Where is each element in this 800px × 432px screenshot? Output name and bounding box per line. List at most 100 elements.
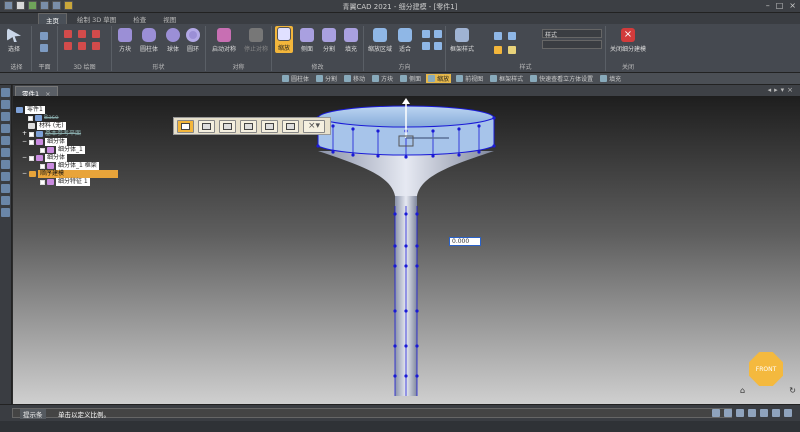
- collapse-icon[interactable]: −: [22, 138, 27, 146]
- checkbox[interactable]: [29, 131, 35, 137]
- edge-icon[interactable]: [508, 46, 516, 54]
- tree-row[interactable]: − 顺序建模: [16, 170, 119, 178]
- close-icon[interactable]: ×: [789, 1, 796, 10]
- option-button-4[interactable]: [261, 119, 278, 133]
- help-icon[interactable]: [1, 136, 10, 145]
- checkbox[interactable]: [40, 163, 45, 169]
- view-icon[interactable]: [760, 409, 768, 417]
- zoom-icon[interactable]: [712, 409, 720, 417]
- home-icon[interactable]: ⌂: [740, 386, 745, 395]
- properties-icon[interactable]: [1, 112, 10, 121]
- view-icon[interactable]: [434, 42, 442, 50]
- select-button[interactable]: 选择: [7, 28, 21, 53]
- cylinder-button[interactable]: 圆柱体: [140, 28, 158, 53]
- cube-icon[interactable]: [494, 32, 502, 40]
- cmd-fill[interactable]: 填充: [598, 74, 623, 83]
- frame-style-button[interactable]: 框架样式: [450, 28, 474, 53]
- cmd-cylinder[interactable]: 圆柱体: [280, 74, 311, 83]
- cmd-split[interactable]: 分割: [314, 74, 339, 83]
- collapse-icon[interactable]: −: [22, 170, 27, 178]
- cmd-side[interactable]: 侧面: [398, 74, 423, 83]
- cancel-button[interactable]: ×▾: [303, 119, 325, 133]
- measure-icon[interactable]: [1, 172, 10, 181]
- fit-button[interactable]: 适合: [398, 28, 412, 53]
- option-button-3[interactable]: [240, 119, 257, 133]
- split-button[interactable]: 分割: [322, 28, 336, 53]
- sphere-button[interactable]: 球体: [166, 28, 180, 53]
- tree-row[interactable]: − 细分体: [16, 154, 118, 162]
- style-select[interactable]: [542, 40, 602, 49]
- arc-icon[interactable]: [78, 30, 86, 38]
- tree-row[interactable]: − 细分体: [16, 138, 118, 146]
- scale-button[interactable]: 缩放: [275, 26, 293, 53]
- tab-home[interactable]: 主页: [38, 13, 67, 25]
- render-icon[interactable]: [1, 184, 10, 193]
- tree-row[interactable]: 细分体_1: [16, 146, 118, 154]
- expand-icon[interactable]: +: [22, 130, 27, 138]
- fill-button[interactable]: 填充: [344, 28, 358, 53]
- search-icon[interactable]: [1, 160, 10, 169]
- cube-icon[interactable]: [508, 32, 516, 40]
- minimize-icon[interactable]: –: [766, 1, 770, 10]
- collapse-icon[interactable]: −: [22, 154, 27, 162]
- side-button[interactable]: 侧面: [300, 28, 314, 53]
- fit-icon[interactable]: [724, 409, 732, 417]
- cmd-box[interactable]: 方块: [370, 74, 395, 83]
- tab-draw[interactable]: 绘制 3D 草图: [70, 13, 123, 24]
- close-subdivision-button[interactable]: × 关闭细分建模: [610, 28, 646, 53]
- scale-mode-button[interactable]: [177, 119, 194, 133]
- color-icon[interactable]: [1, 196, 10, 205]
- tree-row[interactable]: 材料 (无): [16, 122, 118, 130]
- plane-icon[interactable]: [40, 32, 48, 40]
- checkbox[interactable]: [40, 147, 45, 153]
- tree-root[interactable]: 零件1: [16, 106, 118, 114]
- zoom-icon[interactable]: [422, 30, 430, 38]
- checkbox[interactable]: [28, 115, 33, 121]
- checkbox[interactable]: [40, 179, 45, 185]
- library-icon[interactable]: [1, 124, 10, 133]
- option-button-2[interactable]: [219, 119, 236, 133]
- tab-view[interactable]: 视图: [156, 13, 183, 24]
- pathfinder-icon[interactable]: [1, 88, 10, 97]
- rotate-icon[interactable]: ↻: [789, 386, 796, 395]
- tab-inspect[interactable]: 检查: [126, 13, 153, 24]
- 3d-viewport[interactable]: 零件1 Base 材料 (无) + 基本参考平面 − 细分体 细分体_1 − 细分体 …: [13, 96, 800, 404]
- cmd-front-view[interactable]: 前视图: [454, 74, 485, 83]
- cmd-move[interactable]: 移动: [342, 74, 367, 83]
- option-button-1[interactable]: [198, 119, 215, 133]
- checkbox[interactable]: [29, 139, 35, 145]
- checkbox[interactable]: [29, 155, 35, 161]
- curve-icon[interactable]: [64, 42, 72, 50]
- tree-row[interactable]: 细分特征 1: [16, 178, 118, 186]
- maximize-icon[interactable]: □: [776, 1, 784, 10]
- circle-icon[interactable]: [92, 30, 100, 38]
- layers-icon[interactable]: [1, 100, 10, 109]
- torus-button[interactable]: 圆环: [186, 28, 200, 53]
- point-icon[interactable]: [78, 42, 86, 50]
- tree-row[interactable]: + 基本参考平面: [16, 130, 118, 138]
- plane-icon[interactable]: [40, 44, 48, 52]
- line-icon[interactable]: [64, 30, 72, 38]
- tree-row[interactable]: 细分体_1 框架: [16, 162, 118, 170]
- model-canvas[interactable]: [13, 96, 800, 404]
- pan-icon[interactable]: [434, 30, 442, 38]
- shade-icon[interactable]: [494, 46, 502, 54]
- start-symmetry-button[interactable]: 启动对称: [212, 28, 236, 53]
- style-dropdown[interactable]: 样式: [542, 29, 602, 39]
- settings-icon[interactable]: [784, 409, 792, 417]
- scale-value-input[interactable]: 0.000: [449, 237, 481, 246]
- rotate-icon[interactable]: [748, 409, 756, 417]
- option-button-5[interactable]: [282, 119, 299, 133]
- settings-icon[interactable]: [1, 148, 10, 157]
- cmd-frame-style[interactable]: 框架样式: [488, 74, 525, 83]
- trim-icon[interactable]: [92, 42, 100, 50]
- rotate-icon[interactable]: [422, 42, 430, 50]
- zoom-area-button[interactable]: 缩放区域: [368, 28, 392, 53]
- pan-icon[interactable]: [736, 409, 744, 417]
- box-button[interactable]: 方块: [118, 28, 132, 53]
- tree-row[interactable]: Base: [16, 114, 118, 122]
- pencil-icon[interactable]: [1, 208, 10, 217]
- shade-icon[interactable]: [772, 409, 780, 417]
- stop-symmetry-button[interactable]: 停止对称: [244, 28, 268, 53]
- window-nav-controls[interactable]: ◂▸▾×: [768, 86, 796, 94]
